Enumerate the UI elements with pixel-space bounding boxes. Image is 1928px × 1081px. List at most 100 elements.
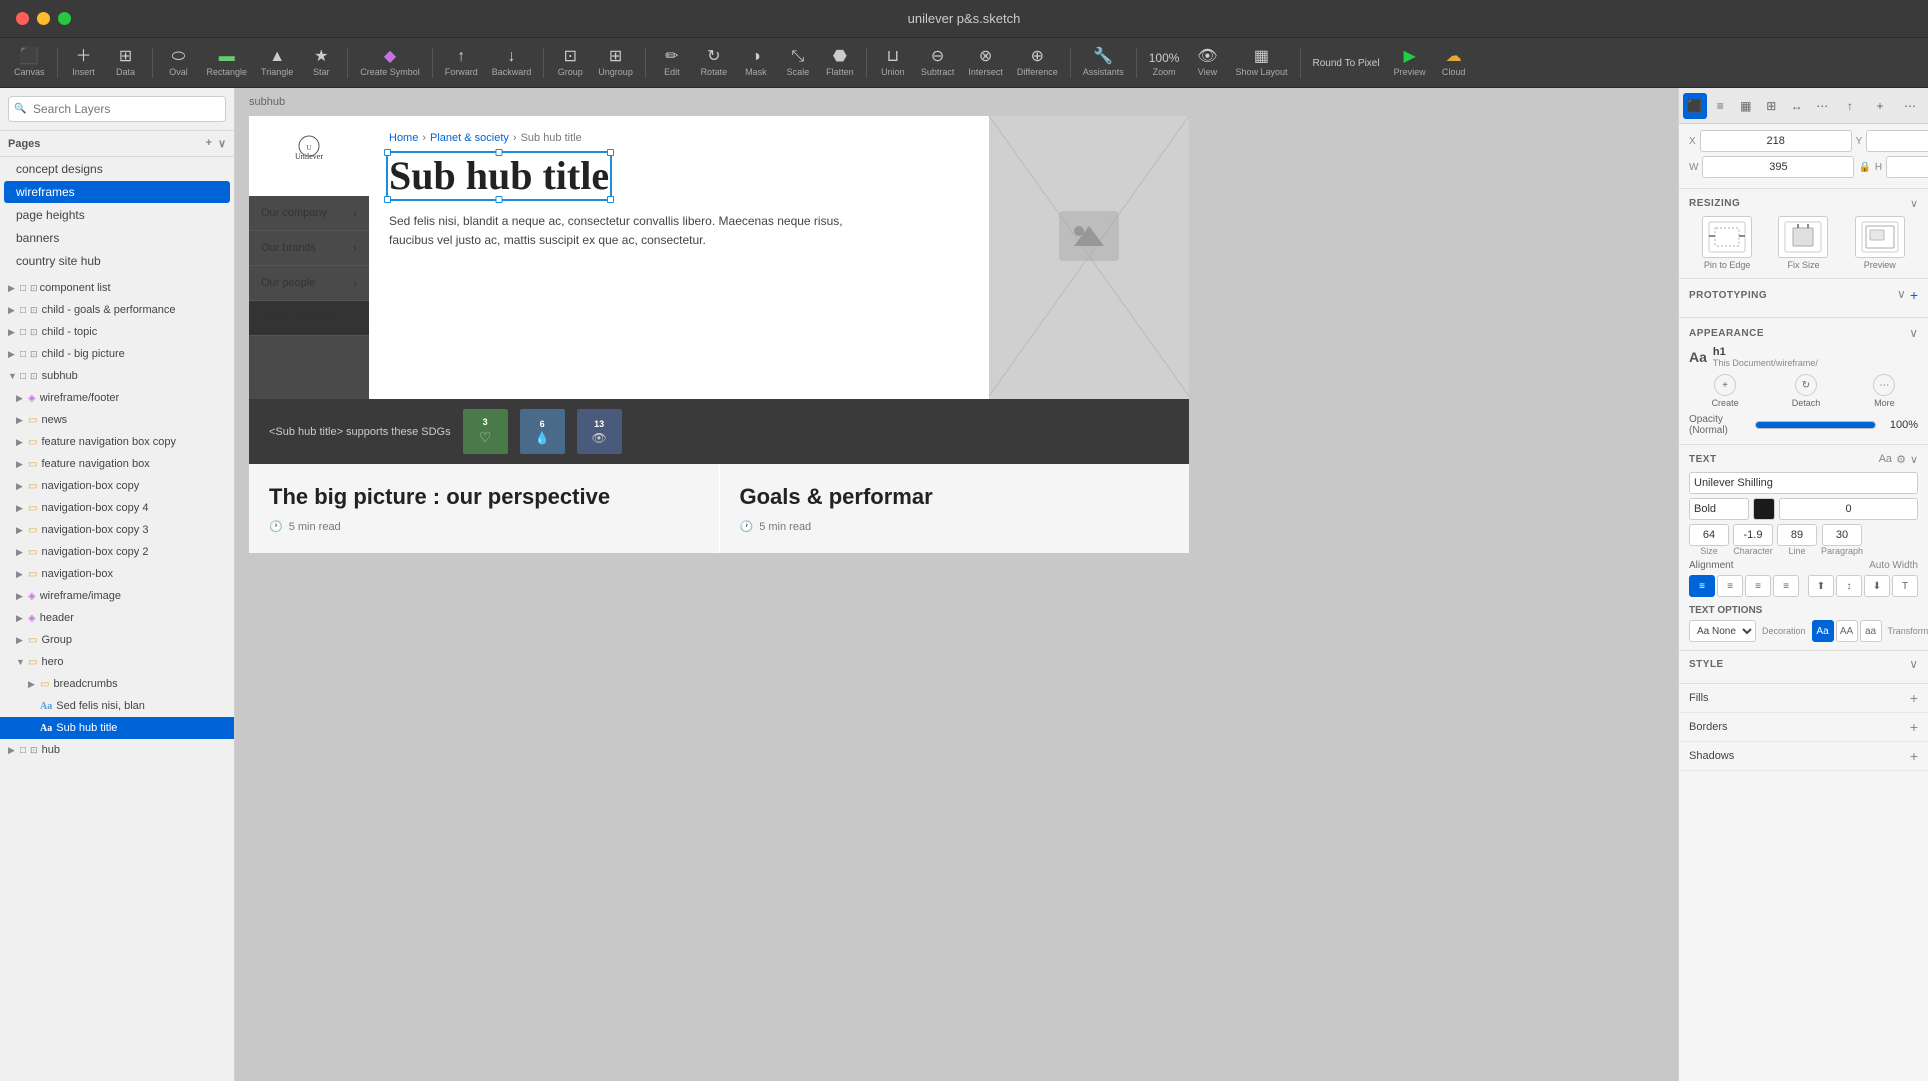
align-bottom-btn[interactable]: ⬇ [1864, 575, 1890, 597]
font-color-swatch[interactable] [1753, 498, 1775, 520]
toolbar-show-layout[interactable]: ▦ Show Layout [1229, 49, 1293, 77]
h-input[interactable] [1886, 156, 1928, 178]
toolbar-subtract[interactable]: ⊖ Subtract [915, 49, 961, 77]
toolbar-data[interactable]: ⊞ Data [106, 49, 146, 77]
layer-nav-box-copy-3[interactable]: ▶ ▭ navigation-box copy 3 [0, 519, 234, 541]
maximize-button[interactable] [58, 12, 71, 25]
toolbar-preview[interactable]: ▶ Preview [1388, 49, 1432, 77]
nav-our-company[interactable]: Our company › [249, 196, 369, 231]
resizing-expand-icon[interactable]: ∨ [1910, 197, 1918, 210]
layer-nav-box-copy-4[interactable]: ▶ ▭ navigation-box copy 4 [0, 497, 234, 519]
text-expand-icon[interactable]: ∨ [1910, 453, 1918, 466]
rp-tab-add[interactable]: + [1866, 93, 1894, 119]
layer-wireframe-image[interactable]: ▶ ◈ wireframe/image [0, 585, 234, 607]
borders-row[interactable]: Borders + [1679, 713, 1928, 742]
toolbar-forward[interactable]: ↑ Forward [439, 49, 484, 77]
breadcrumb-home[interactable]: Home [389, 132, 418, 144]
align-middle-btn[interactable]: ↕ [1836, 575, 1862, 597]
decoration-select[interactable]: Aa None [1689, 620, 1756, 642]
pages-chevron-icon[interactable]: ∨ [218, 137, 226, 150]
add-page-icon[interactable]: + [206, 137, 212, 150]
shadows-add-icon[interactable]: + [1910, 748, 1918, 764]
align-center-btn[interactable]: ≡ [1717, 575, 1743, 597]
toolbar-assistants[interactable]: 🔧 Assistants [1077, 49, 1130, 77]
toolbar-edit[interactable]: ✏ Edit [652, 49, 692, 77]
layer-sed-felis[interactable]: ▶ Aa Sed felis nisi, blan [0, 695, 234, 717]
toolbar-intersect[interactable]: ⊗ Intersect [962, 49, 1009, 77]
rp-tab-inspect[interactable]: ⬛ [1683, 93, 1707, 119]
toolbar-scale[interactable]: ⤡ Scale [778, 49, 818, 77]
opacity-slider[interactable] [1755, 421, 1876, 429]
layer-subhub[interactable]: ▼ □ ⊡ subhub [0, 365, 234, 387]
transform-AA-btn[interactable]: AA [1836, 620, 1858, 642]
close-button[interactable] [16, 12, 29, 25]
layer-hub[interactable]: ▶ □ ⊡ hub [0, 739, 234, 761]
layer-wireframe-footer[interactable]: ▶ ◈ wireframe/footer [0, 387, 234, 409]
y-input[interactable] [1866, 130, 1928, 152]
align-right-btn[interactable]: ≡ [1745, 575, 1771, 597]
align-left-btn[interactable]: ≡ [1689, 575, 1715, 597]
appearance-more[interactable]: ⋯ More [1873, 374, 1895, 408]
x-input[interactable] [1700, 130, 1852, 152]
transform-aa-lower-btn[interactable]: aa [1860, 620, 1882, 642]
color-value-input[interactable] [1779, 498, 1918, 520]
page-wireframes[interactable]: wireframes [4, 181, 230, 203]
layer-child-goals[interactable]: ▶ □ ⊡ child - goals & performance [0, 299, 234, 321]
text-icon-btn[interactable]: Aa [1879, 453, 1892, 466]
toolbar-create-symbol[interactable]: ◆ Create Symbol [354, 49, 426, 77]
align-top-btn[interactable]: ⬆ [1808, 575, 1834, 597]
toolbar-round-to-pixel[interactable]: Round To Pixel [1307, 56, 1386, 69]
prototyping-add-icon[interactable]: + [1910, 287, 1918, 303]
w-input[interactable] [1702, 156, 1854, 178]
rp-tab-grid[interactable]: ▦ [1734, 93, 1758, 119]
page-banners[interactable]: banners [4, 227, 230, 249]
layer-nav-box-copy[interactable]: ▶ ▭ navigation-box copy [0, 475, 234, 497]
layer-feature-nav-box[interactable]: ▶ ▭ feature navigation box [0, 453, 234, 475]
toolbar-insert[interactable]: ＋ Insert [64, 49, 104, 77]
size-input[interactable] [1689, 524, 1729, 546]
line-input[interactable] [1777, 524, 1817, 546]
appearance-detach[interactable]: ↻ Detach [1792, 374, 1821, 408]
toolbar-difference[interactable]: ⊕ Difference [1011, 49, 1064, 77]
search-input[interactable] [8, 96, 226, 122]
layer-child-topic[interactable]: ▶ □ ⊡ child - topic [0, 321, 234, 343]
layer-nav-box[interactable]: ▶ ▭ navigation-box [0, 563, 234, 585]
style-expand-icon[interactable]: ∨ [1909, 657, 1918, 671]
rp-tab-more2[interactable]: ⋯ [1896, 93, 1924, 119]
toolbar-zoom[interactable]: 100% Zoom [1143, 49, 1186, 77]
font-weight-input[interactable] [1689, 498, 1749, 520]
toolbar-union[interactable]: ⊔ Union [873, 49, 913, 77]
toolbar-view[interactable]: 👁 View [1187, 49, 1227, 77]
layer-sub-hub-title[interactable]: ▶ Aa Sub hub title [0, 717, 234, 739]
fills-row[interactable]: Fills + [1679, 684, 1928, 713]
layer-hero[interactable]: ▼ ▭ hero [0, 651, 234, 673]
align-justify-btn[interactable]: ≡ [1773, 575, 1799, 597]
layer-news[interactable]: ▶ ▭ news [0, 409, 234, 431]
borders-add-icon[interactable]: + [1910, 719, 1918, 735]
layer-child-big-picture[interactable]: ▶ □ ⊡ child - big picture [0, 343, 234, 365]
shadows-row[interactable]: Shadows + [1679, 742, 1928, 771]
toolbar-rectangle[interactable]: ▬ Rectangle [201, 49, 254, 77]
canvas[interactable]: subhub Unilever U [235, 88, 1678, 1081]
nav-planet-society[interactable]: Planet & society › [249, 301, 369, 336]
fills-add-icon[interactable]: + [1910, 690, 1918, 706]
toolbar-rotate[interactable]: ↻ Rotate [694, 49, 734, 77]
toolbar-ungroup[interactable]: ⊞ Ungroup [592, 49, 639, 77]
layer-feature-nav-box-copy[interactable]: ▶ ▭ feature navigation box copy [0, 431, 234, 453]
toolbar-star[interactable]: ★ Star [301, 49, 341, 77]
toolbar-cloud[interactable]: ☁ Cloud [1434, 49, 1474, 77]
rp-tab-distribute[interactable]: ⊞ [1760, 93, 1784, 119]
layer-header[interactable]: ▶ ◈ header [0, 607, 234, 629]
nav-our-brands[interactable]: Our brands › [249, 231, 369, 266]
appearance-expand-icon[interactable]: ∨ [1909, 326, 1918, 340]
toolbar-flatten[interactable]: ⬣ Flatten [820, 49, 860, 77]
toolbar-backward[interactable]: ↓ Backward [486, 49, 538, 77]
character-input[interactable] [1733, 524, 1773, 546]
layer-component-list[interactable]: ▶ □ ⊡ component list [0, 277, 234, 299]
layer-breadcrumbs[interactable]: ▶ ▭ breadcrumbs [0, 673, 234, 695]
minimize-button[interactable] [37, 12, 50, 25]
nav-our-people[interactable]: Our people › [249, 266, 369, 301]
toolbar-oval[interactable]: ⬭ Oval [159, 49, 199, 77]
layer-nav-box-copy-2[interactable]: ▶ ▭ navigation-box copy 2 [0, 541, 234, 563]
transform-aa-btn[interactable]: Aa [1812, 620, 1834, 642]
